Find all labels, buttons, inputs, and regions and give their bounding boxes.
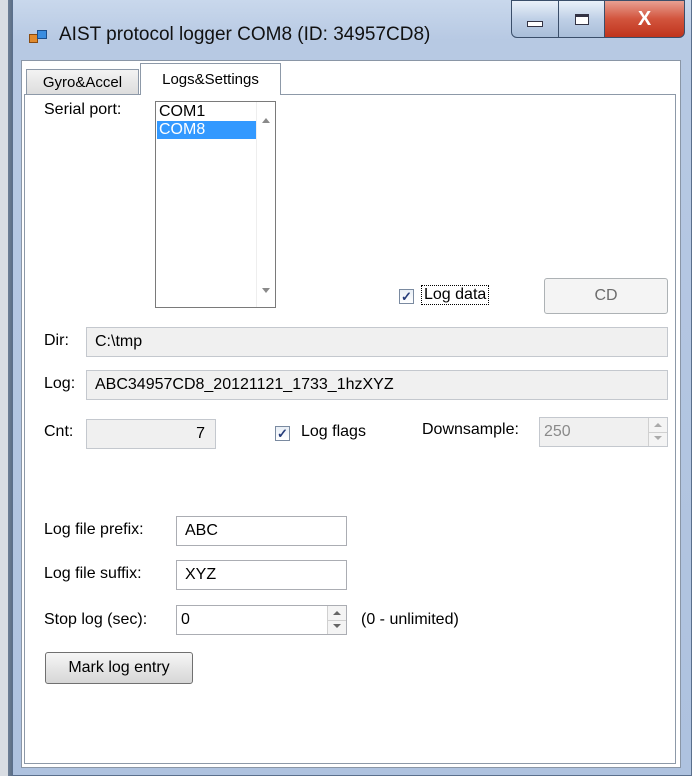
suffix-input[interactable]: XYZ (176, 560, 347, 590)
serial-port-list[interactable]: COM1 COM8 (155, 101, 276, 308)
stop-log-value: 0 (181, 611, 190, 628)
log-label: Log: (44, 375, 76, 392)
client-area: Gyro&Accel Logs&Settings Serial port: CO… (21, 60, 681, 768)
cnt-label: Cnt: (44, 423, 74, 440)
list-scrollbar[interactable] (256, 102, 275, 307)
log-flags-label: Log flags (301, 423, 366, 440)
close-button[interactable]: X (605, 0, 685, 38)
tab-gyro-accel[interactable]: Gyro&Accel (26, 69, 139, 95)
mark-log-entry-button[interactable]: Mark log entry (45, 652, 193, 684)
log-flags-checkbox[interactable]: ✓ (275, 426, 290, 441)
scroll-down-icon (262, 288, 270, 293)
minimize-button[interactable] (511, 0, 559, 38)
log-filename-field[interactable]: ABC34957CD8_20121121_1733_1hzXYZ (86, 370, 668, 400)
title-bar[interactable]: AIST protocol logger COM8 (ID: 34957CD8)… (13, 0, 691, 60)
dir-label: Dir: (44, 332, 69, 349)
log-data-checkbox[interactable]: ✓ (399, 289, 414, 304)
serial-port-label: Serial port: (44, 101, 122, 118)
maximize-button[interactable] (559, 0, 605, 38)
tab-logs-settings[interactable]: Logs&Settings (140, 63, 281, 95)
desktop-edge (0, 0, 12, 776)
cnt-field: 7 (86, 419, 216, 449)
downsample-spinner[interactable]: 250 (539, 417, 668, 447)
prefix-label: Log file prefix: (44, 521, 144, 538)
prefix-input[interactable]: ABC (176, 516, 347, 546)
stop-log-spin-buttons[interactable] (327, 606, 346, 634)
window-title: AIST protocol logger COM8 (ID: 34957CD8) (59, 24, 431, 45)
app-icon (29, 30, 47, 44)
stop-log-spinner[interactable]: 0 (176, 605, 347, 635)
dir-field[interactable]: C:\tmp (86, 327, 668, 357)
log-data-label[interactable]: Log data (421, 285, 490, 305)
stop-log-hint: (0 - unlimited) (361, 611, 459, 628)
logs-settings-panel: Serial port: COM1 COM8 ✓ Log data CD Dir… (24, 94, 676, 764)
close-icon: X (637, 7, 652, 30)
downsample-label: Downsample: (422, 421, 519, 438)
downsample-value: 250 (544, 423, 571, 440)
stop-log-label: Stop log (sec): (44, 611, 148, 628)
maximize-icon (574, 13, 589, 25)
minimize-icon (527, 21, 543, 27)
downsample-spin-buttons[interactable] (648, 418, 667, 446)
app-window: AIST protocol logger COM8 (ID: 34957CD8)… (12, 0, 692, 776)
scroll-up-icon (262, 118, 270, 123)
cd-button[interactable]: CD (544, 278, 668, 314)
suffix-label: Log file suffix: (44, 565, 142, 582)
